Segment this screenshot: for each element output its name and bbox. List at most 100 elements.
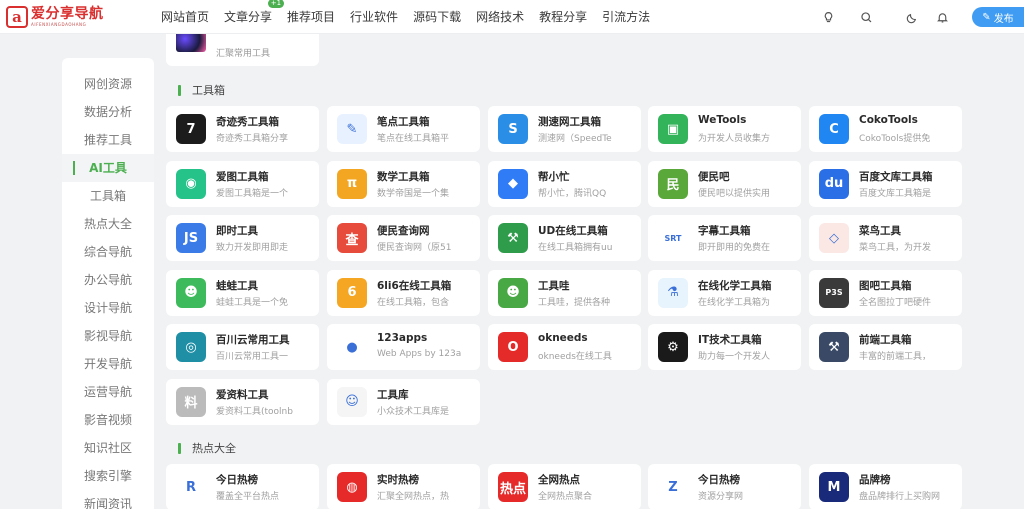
- tool-card[interactable]: ☺ 工具库 小众技术工具库是: [327, 378, 480, 425]
- tool-card[interactable]: ⚙ IT技术工具箱 助力每一个开发人: [648, 324, 801, 370]
- tool-card[interactable]: Z 今日热榜 资源分享网: [648, 464, 801, 509]
- z-icon: Z: [658, 472, 688, 502]
- card-description: 数学帝国是一个集: [377, 188, 450, 199]
- site-logo[interactable]: a 爱分享导航 AIFENXIANGDAOHANG: [6, 5, 136, 28]
- tool-card[interactable]: ◎ 百川云常用工具 百川云常用工具一: [166, 324, 319, 370]
- nav-item[interactable]: 文章分享 +1: [224, 0, 285, 25]
- publish-label: 发布: [993, 13, 1014, 25]
- pi-icon: π: [337, 168, 367, 199]
- card-title: 品牌榜: [859, 474, 891, 486]
- tool-card[interactable]: ▣ WeTools 为开发人员收集方: [648, 106, 801, 152]
- category-sidebar: 网创资源 数据分析 推荐工具 AI工具 工具箱 热点大全 综合导航 办公导航 设计导航 影视导航开…: [62, 58, 154, 509]
- tool-card[interactable]: ✎ 笔点工具箱 笔点在线工具箱平: [327, 106, 480, 152]
- card-title: 实时热榜: [377, 474, 419, 486]
- moon-icon[interactable]: [904, 9, 920, 25]
- qijixiu-icon: 7: [176, 114, 206, 144]
- tool-card[interactable]: C CokoTools CokoTools提供免: [809, 106, 962, 152]
- card-title: 测速网工具箱: [538, 116, 601, 128]
- card-title: UD在线工具箱: [538, 225, 608, 237]
- sidebar-item[interactable]: 设计导航: [62, 294, 154, 322]
- tool-card[interactable]: 民便民吧 便民吧以提供实用: [648, 160, 801, 207]
- sidebar-item[interactable]: 影音视频: [62, 406, 154, 434]
- nav-item[interactable]: 网络技术: [476, 8, 524, 25]
- tool-card[interactable]: 热点 全网热点 全网热点聚合: [488, 464, 641, 509]
- tool-card[interactable]: ◆ 帮小忙 帮小忙，腾讯QQ: [488, 160, 641, 207]
- sidebar-item[interactable]: 推荐工具: [62, 126, 154, 154]
- bianmin-icon: 民: [658, 168, 688, 199]
- logo-subtitle: AIFENXIANGDAOHANG: [31, 21, 87, 27]
- card-description: 爱图工具箱是一个: [216, 188, 289, 199]
- card-description: 奇迹秀工具箱分享: [216, 134, 289, 144]
- card-description: 在线工具箱拥有uu: [538, 243, 613, 253]
- sidebar-item[interactable]: 影视导航: [62, 322, 154, 350]
- tool-card[interactable]: ☻ 工具哇 工具哇，提供各种: [488, 269, 641, 316]
- flask-icon: ⚗: [658, 277, 688, 308]
- tool-card[interactable]: R 今日热榜 覆盖全平台热点: [166, 464, 319, 509]
- tool-card[interactable]: ◉ 爱图工具箱 爱图工具箱是一个: [166, 160, 319, 207]
- sidebar-item[interactable]: 网创资源: [62, 70, 154, 98]
- card-description: 在线化学工具箱为: [698, 297, 771, 308]
- sidebar-item[interactable]: 数据分析: [62, 98, 154, 126]
- tool-card[interactable]: ◇ 菜鸟工具 菜鸟工具，为开发: [809, 215, 962, 261]
- card-title: WeTools: [698, 114, 747, 126]
- nav-item-label: 文章分享: [224, 10, 273, 24]
- tool-card[interactable]: S 测速网工具箱 测速网（SpeedTe: [488, 106, 641, 152]
- nav-item[interactable]: 引流方法: [602, 8, 650, 25]
- card-title: 前端工具箱: [859, 334, 912, 346]
- nav-item[interactable]: 行业软件: [350, 8, 398, 25]
- card-title: 便民吧: [698, 170, 730, 183]
- nav-item-label: 教程分享: [539, 10, 588, 24]
- sidebar-item[interactable]: 办公导航: [62, 266, 154, 294]
- tool-card[interactable]: ⚒ UD在线工具箱 在线工具箱拥有uu: [488, 215, 641, 261]
- tool-card[interactable]: M 品牌榜 盘品牌排行上买购网: [809, 464, 962, 509]
- nav-item[interactable]: 网站首页: [161, 8, 209, 25]
- it-tools-icon: ⚙: [658, 332, 688, 362]
- nav-item[interactable]: 教程分享: [539, 8, 587, 25]
- sidebar-item[interactable]: 知识社区: [62, 434, 154, 462]
- publish-button[interactable]: ✎ 发布: [972, 7, 1024, 27]
- tool-card[interactable]: 6 6li6在线工具箱 在线工具箱，包含: [327, 269, 480, 316]
- tool-card[interactable]: 料爱资料工具 爱资料工具(toolnb: [166, 378, 319, 425]
- card-description: 百川云常用工具一: [216, 352, 289, 362]
- card-title: 6li6在线工具箱: [377, 279, 452, 292]
- tool-card[interactable]: ◍ 实时热榜 汇聚全网热点，热: [327, 464, 480, 509]
- sidebar-item[interactable]: 工具箱: [62, 182, 154, 210]
- card-title: 便民查询网: [377, 225, 430, 237]
- logo-title: 爱分享导航: [31, 5, 104, 22]
- card-description: 笔点在线工具箱平: [377, 134, 450, 144]
- card-description: 盘品牌排行上买购网: [859, 492, 941, 502]
- sidebar-item[interactable]: 新闻资讯: [62, 490, 154, 509]
- tool-card[interactable]: 7 奇迹秀工具箱 奇迹秀工具箱分享: [166, 106, 319, 152]
- tool-card[interactable]: JS 即时工具 致力开发即用即走: [166, 215, 319, 261]
- quanwang-icon: 热点: [498, 472, 528, 502]
- tool-card[interactable]: SRT 字幕工具箱 即开即用的免费在: [648, 215, 801, 261]
- nav-item[interactable]: 源码下载: [413, 8, 461, 25]
- tool-card[interactable]: ⚒ 前端工具箱 丰富的前端工具，: [809, 324, 962, 370]
- card-description: 全网热点聚合: [538, 492, 593, 502]
- tool-card[interactable]: Ookneeds okneeds在线工具: [488, 324, 641, 370]
- card-description: 汇聚全网热点，热: [377, 492, 450, 502]
- card-title: okneeds: [538, 332, 588, 344]
- sidebar-item[interactable]: 搜索引擎: [62, 462, 154, 490]
- sidebar-item[interactable]: AI工具: [62, 154, 154, 182]
- tool-card[interactable]: du 百度文库工具箱 百度文库工具箱是: [809, 160, 962, 207]
- tool-card[interactable]: ● 123apps Web Apps by 123a: [327, 324, 480, 370]
- lightbulb-icon[interactable]: [820, 9, 836, 25]
- sidebar-item[interactable]: 综合导航: [62, 238, 154, 266]
- sidebar-item[interactable]: 开发导航: [62, 350, 154, 378]
- card-description: 在线工具箱，包含: [377, 297, 450, 308]
- tool-card[interactable]: 查便民查询网 便民查询网（原51: [327, 215, 480, 261]
- tool-card[interactable]: π 数学工具箱 数学帝国是一个集: [327, 160, 480, 207]
- coko-icon: C: [819, 114, 849, 144]
- card-description: 即开即用的免费在: [698, 243, 771, 253]
- search-icon[interactable]: [858, 9, 874, 25]
- bell-icon[interactable]: [934, 9, 950, 25]
- card-description: 全名图拉丁吧硬件: [859, 297, 932, 308]
- nav-item[interactable]: 推荐项目: [287, 8, 335, 25]
- card-description: 致力开发即用即走: [216, 243, 289, 253]
- tool-card[interactable]: ⚗ 在线化学工具箱 在线化学工具箱为: [648, 269, 801, 316]
- tool-card[interactable]: P3S 图吧工具箱 全名图拉丁吧硬件: [809, 269, 962, 316]
- tool-card[interactable]: ☻ 蛙蛙工具 蛙蛙工具是一个免: [166, 269, 319, 316]
- sidebar-item[interactable]: 运营导航: [62, 378, 154, 406]
- sidebar-item[interactable]: 热点大全: [62, 210, 154, 238]
